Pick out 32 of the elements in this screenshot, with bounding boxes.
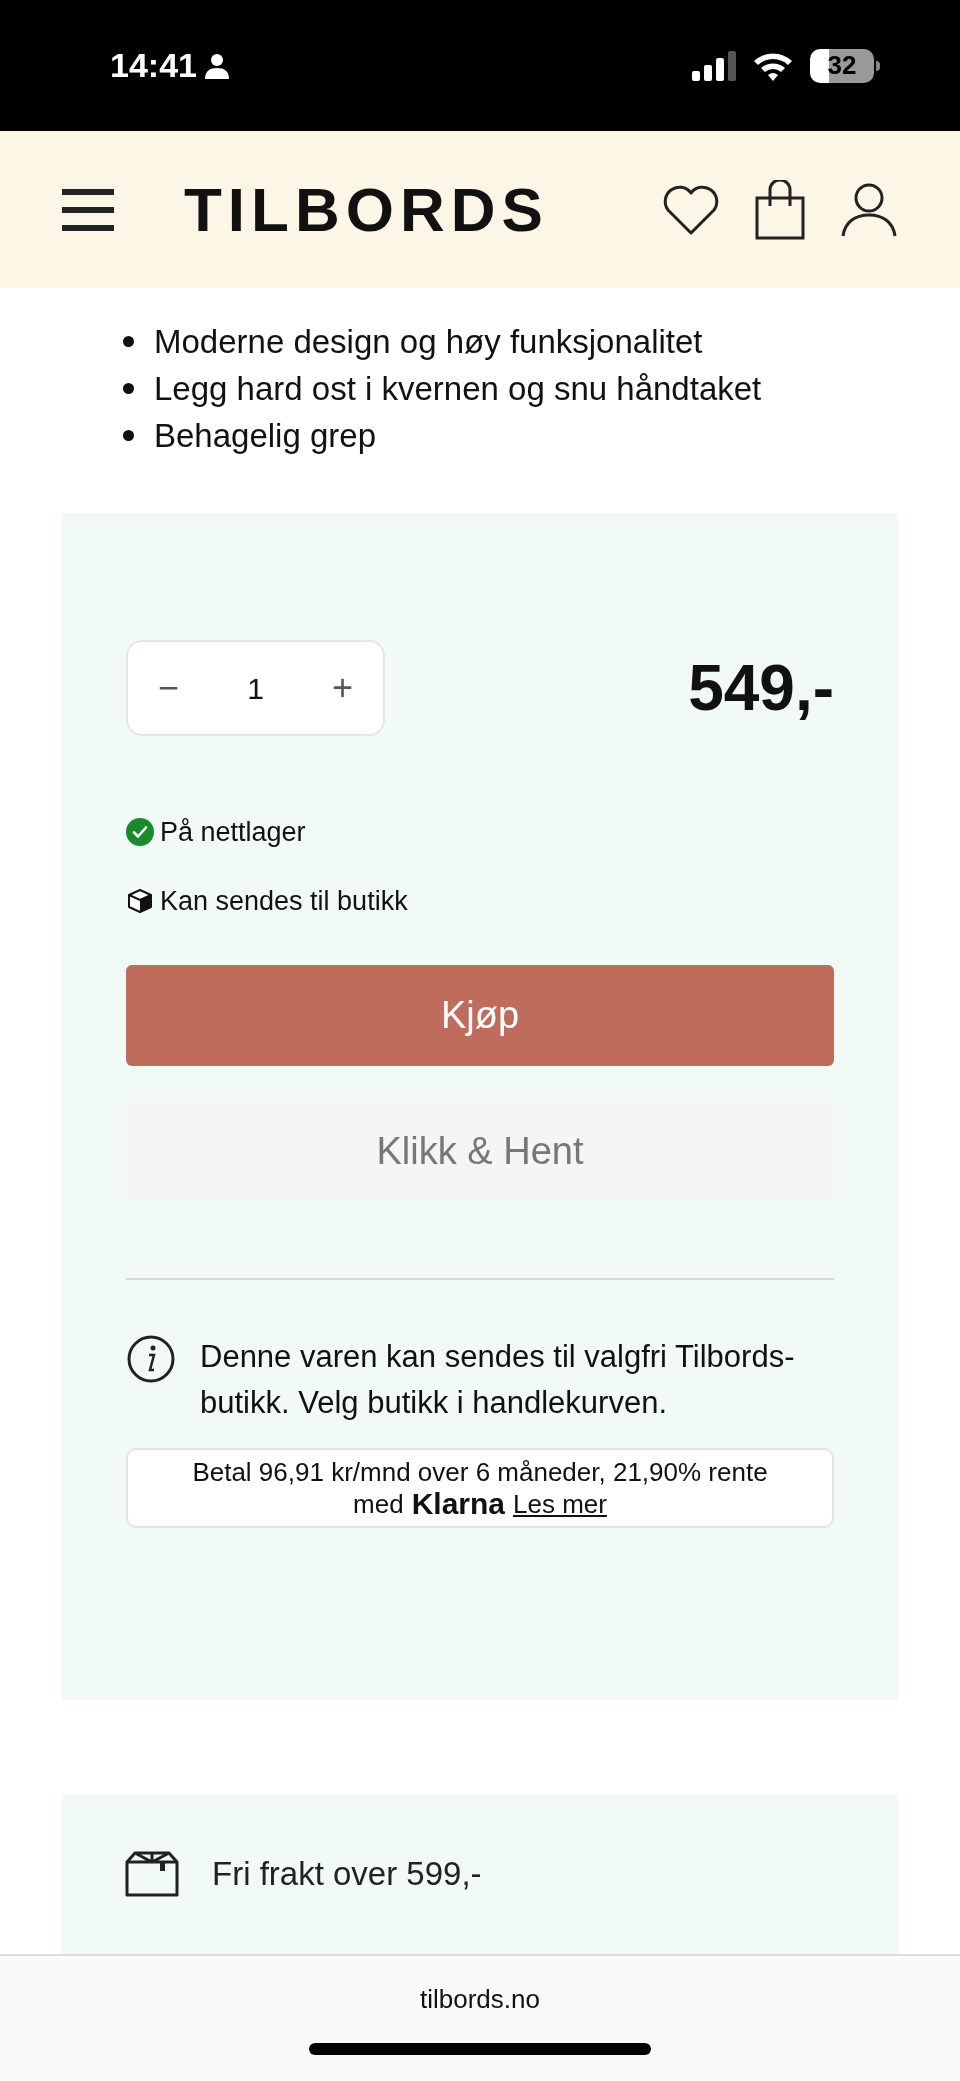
decrease-button[interactable]: − xyxy=(158,661,180,715)
person-icon xyxy=(204,52,229,79)
user-icon[interactable] xyxy=(840,181,898,238)
feature-text: Legg hard ost i kvernen og snu håndtaket xyxy=(154,371,762,406)
bullet-icon xyxy=(123,336,134,347)
quantity-value[interactable]: 1 xyxy=(247,665,264,711)
bullet-icon xyxy=(123,383,134,394)
klarna-text: med xyxy=(353,1488,404,1520)
check-icon xyxy=(126,818,154,847)
klarna-text: Betal 96,91 kr/mnd over 6 måneder, 21,90% rente xyxy=(192,1456,768,1488)
menu-icon[interactable] xyxy=(62,186,114,233)
logo[interactable]: TILBORDS xyxy=(184,178,549,241)
price: 549,- xyxy=(688,651,834,726)
info-text: Denne varen kan sendes til valgfri Tilbords-butikk. Velg butikk i handlekurven. xyxy=(200,1338,796,1422)
clock: 14:41 xyxy=(110,45,197,86)
bullet-icon xyxy=(123,430,134,441)
box-icon xyxy=(124,1850,180,1898)
info-icon xyxy=(126,1334,176,1384)
read-more-link[interactable]: Les mer xyxy=(513,1488,607,1520)
shopping-bag-icon[interactable] xyxy=(754,179,806,240)
buy-button[interactable]: Kjøp xyxy=(126,965,834,1066)
feature-text: Moderne design og høy funksjonalitet xyxy=(154,324,703,359)
shipping-text: Fri frakt over 599,- xyxy=(212,1854,482,1895)
availability-text: På nettlager xyxy=(160,816,306,849)
feature-text: Behagelig grep xyxy=(154,418,376,453)
url-text: tilbords.no xyxy=(420,1983,540,2016)
availability-text: Kan sendes til butikk xyxy=(160,884,408,918)
cube-icon xyxy=(126,886,154,915)
heart-icon[interactable] xyxy=(662,183,720,236)
increase-button[interactable]: + xyxy=(331,661,353,715)
klarna-logo: Klarna xyxy=(411,1488,505,1520)
signal-icon xyxy=(692,50,736,81)
